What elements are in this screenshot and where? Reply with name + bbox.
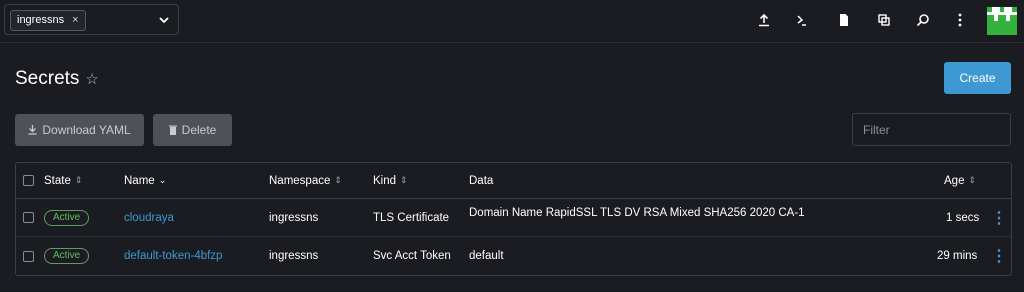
chevron-down-icon[interactable]	[158, 14, 170, 26]
column-age-label: Age	[944, 174, 965, 187]
create-button[interactable]: Create	[944, 62, 1011, 94]
download-icon	[28, 125, 37, 135]
chip-remove-icon[interactable]: ×	[72, 11, 78, 30]
page-title: Secrets ☆	[15, 68, 99, 90]
table-row[interactable]: Active default-token-4bfzp ingressns Svc…	[16, 237, 1011, 275]
row-checkbox[interactable]	[23, 250, 34, 262]
age-value: 1 secs	[946, 211, 980, 224]
cluster-logo-icon[interactable]	[987, 7, 1017, 35]
sort-icon: ⇕	[334, 175, 342, 185]
namespace-chip-label: ingressns	[17, 14, 65, 26]
table-row[interactable]: Active cloudraya ingressns TLS Certifica…	[16, 199, 1011, 237]
column-header-namespace[interactable]: Namespace ⇕	[269, 163, 342, 198]
top-bar: ingressns ×	[0, 0, 1024, 43]
trash-icon	[168, 125, 177, 135]
row-checkbox[interactable]	[23, 212, 34, 223]
secret-name-link[interactable]: default-token-4bfzp	[124, 250, 222, 262]
kubectl-shell-icon[interactable]	[794, 12, 810, 28]
column-header-name[interactable]: Name ⌄	[124, 163, 166, 198]
select-all-checkbox[interactable]	[23, 175, 34, 186]
column-state-label: State	[44, 174, 71, 187]
kubeconfig-icon[interactable]	[836, 12, 852, 28]
filter-input[interactable]	[852, 113, 1011, 146]
column-header-age[interactable]: Age ⇕	[944, 163, 976, 198]
namespace-value: ingressns	[269, 250, 319, 262]
column-header-data: Data	[469, 163, 493, 198]
column-data-label: Data	[469, 174, 494, 187]
sort-icon: ⇕	[968, 175, 977, 185]
status-badge: Active	[44, 209, 90, 226]
namespace-chip: ingressns ×	[10, 10, 86, 31]
column-namespace-label: Namespace	[269, 174, 331, 187]
column-name-label: Name	[124, 174, 155, 187]
page-title-text: Secrets	[15, 68, 80, 89]
data-value: Domain Name RapidSSL TLS DV RSA Mixed SH…	[469, 207, 805, 219]
row-actions-icon[interactable]: ⋮	[991, 246, 1007, 266]
sort-desc-icon: ⌄	[158, 175, 167, 185]
kind-value: Svc Acct Token	[373, 250, 451, 262]
sort-icon: ⇕	[74, 175, 83, 185]
namespace-select[interactable]: ingressns ×	[4, 4, 179, 35]
secrets-table: State ⇕ Name ⌄ Namespace ⇕ Kind ⇕ Data Age ⇕ …	[15, 162, 1012, 276]
download-yaml-button[interactable]: Download YAML	[15, 114, 144, 146]
more-vertical-icon[interactable]	[952, 12, 968, 28]
delete-label: Delete	[181, 123, 217, 137]
row-actions-icon[interactable]: ⋮	[991, 208, 1007, 228]
kind-value: TLS Certificate	[373, 211, 450, 224]
delete-button[interactable]: Delete	[153, 114, 232, 146]
age-value: 29 mins	[937, 250, 978, 262]
download-yaml-label: Download YAML	[42, 123, 131, 137]
namespace-value: ingressns	[269, 211, 319, 224]
column-kind-label: Kind	[373, 174, 397, 187]
secret-name-link[interactable]: cloudraya	[124, 212, 174, 224]
star-icon[interactable]: ☆	[85, 70, 98, 88]
column-header-kind[interactable]: Kind ⇕	[373, 163, 408, 198]
table-header: State ⇕ Name ⌄ Namespace ⇕ Kind ⇕ Data Age ⇕	[16, 163, 1011, 199]
status-badge: Active	[44, 248, 90, 264]
search-icon[interactable]	[915, 12, 931, 28]
copy-icon[interactable]	[876, 12, 892, 28]
import-yaml-icon[interactable]	[756, 12, 772, 28]
column-header-state[interactable]: State ⇕	[44, 163, 82, 198]
data-value: default	[469, 250, 504, 262]
sort-icon: ⇕	[400, 175, 408, 185]
